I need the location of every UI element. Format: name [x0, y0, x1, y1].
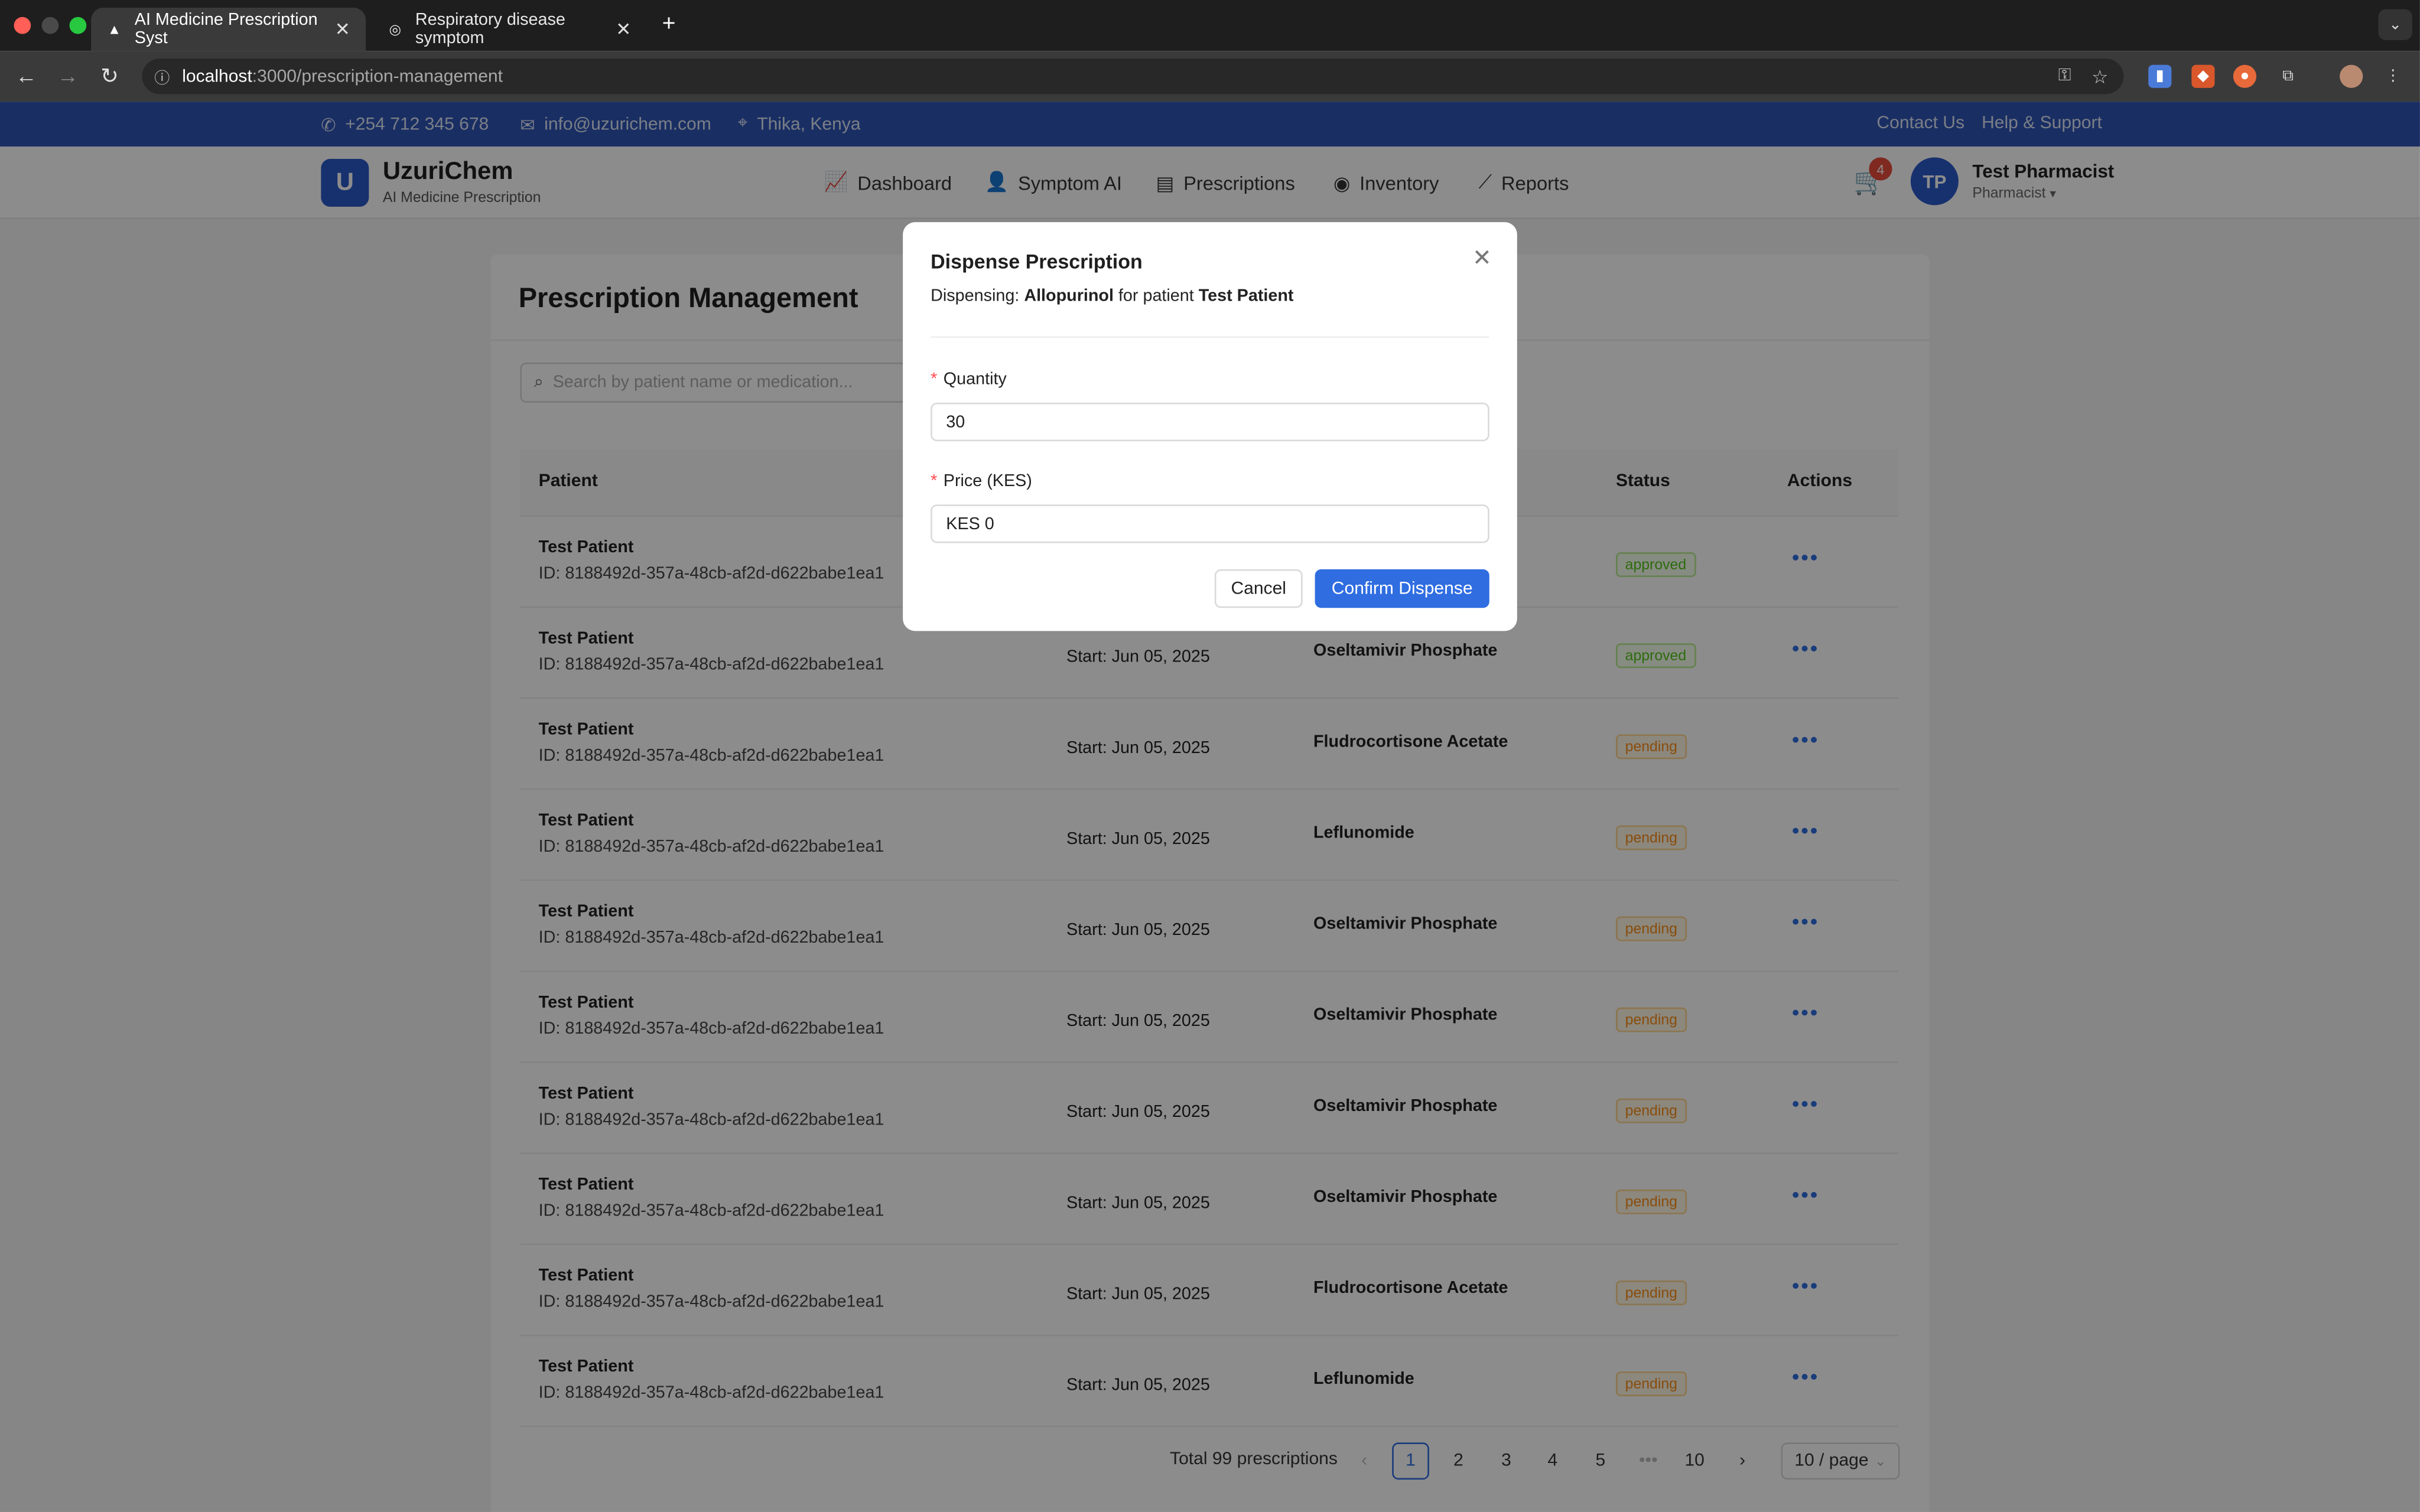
browser-tab[interactable]: ◎ Respiratory disease symptom ✕	[372, 8, 647, 51]
price-label: * Price (KES)	[931, 472, 1032, 490]
back-icon[interactable]: ←	[12, 63, 40, 88]
close-icon[interactable]: ✕	[1472, 244, 1492, 271]
desc-prefix: Dispensing:	[931, 286, 1020, 306]
modal-title: Dispense Prescription	[931, 250, 1143, 273]
cancel-button[interactable]: Cancel	[1214, 569, 1303, 608]
reload-icon[interactable]: ↻	[96, 63, 123, 89]
browser-toolbar: ← → ↻ ⓘ localhost:3000/prescription-mana…	[0, 51, 2420, 102]
url-path: :3000/prescription-management	[252, 67, 503, 86]
required-mark: *	[931, 472, 938, 491]
app-favicon-icon: ▲	[107, 21, 122, 37]
profile-avatar-icon[interactable]	[2340, 64, 2363, 88]
modal-description: Dispensing: Allopurinol for patient Test…	[931, 287, 1293, 305]
url-host: localhost	[182, 67, 252, 86]
price-label-text: Price (KES)	[943, 472, 1032, 491]
browser-tab-bar: ▲ AI Medicine Prescription Syst ✕ ◎ Resp…	[0, 0, 2420, 51]
quantity-label-text: Quantity	[943, 370, 1007, 389]
tab-title: AI Medicine Prescription Syst	[134, 11, 318, 48]
confirm-dispense-button[interactable]: Confirm Dispense	[1315, 569, 1489, 608]
quantity-label: * Quantity	[931, 370, 1007, 389]
dispense-modal: Dispense Prescription ✕ Dispensing: Allo…	[903, 222, 1517, 631]
extension-docs-icon[interactable]: ▮	[2148, 64, 2172, 88]
close-tab-icon[interactable]: ✕	[335, 18, 350, 40]
minimize-window-button[interactable]	[41, 17, 59, 34]
new-tab-icon[interactable]: +	[662, 11, 676, 37]
tab-search-icon[interactable]: ⌄	[2378, 9, 2412, 40]
close-window-button[interactable]	[14, 17, 31, 34]
password-key-icon[interactable]: ⚿	[2058, 66, 2071, 86]
forward-icon[interactable]: →	[54, 63, 82, 88]
required-mark: *	[931, 370, 938, 389]
browser-tab-active[interactable]: ▲ AI Medicine Prescription Syst ✕	[91, 8, 366, 51]
extensions-puzzle-icon[interactable]: ⧉	[2276, 65, 2299, 88]
url-bar[interactable]: ⓘ localhost:3000/prescription-management…	[142, 58, 2124, 94]
quantity-field[interactable]: 30	[931, 402, 1489, 442]
screen: ▲ AI Medicine Prescription Syst ✕ ◎ Resp…	[0, 0, 2420, 1512]
medication-name: Allopurinol	[1024, 286, 1114, 306]
tab-title: Respiratory disease symptom	[415, 11, 565, 48]
extension-fox-icon[interactable]: ◆	[2191, 64, 2215, 88]
price-field[interactable]: KES 0	[931, 504, 1489, 543]
globe-icon: ◎	[389, 21, 402, 37]
extension-orange-icon[interactable]: ●	[2233, 64, 2257, 88]
divider	[931, 336, 1489, 338]
site-info-icon[interactable]: ⓘ	[154, 65, 170, 88]
patient-name: Test Patient	[1198, 286, 1294, 306]
maximize-window-button[interactable]	[69, 17, 87, 34]
bookmark-star-icon[interactable]: ☆	[2092, 66, 2108, 87]
browser-menu-icon[interactable]: ⋮	[2382, 65, 2405, 88]
close-tab-icon[interactable]: ✕	[616, 18, 631, 40]
desc-mid: for patient	[1118, 286, 1194, 306]
